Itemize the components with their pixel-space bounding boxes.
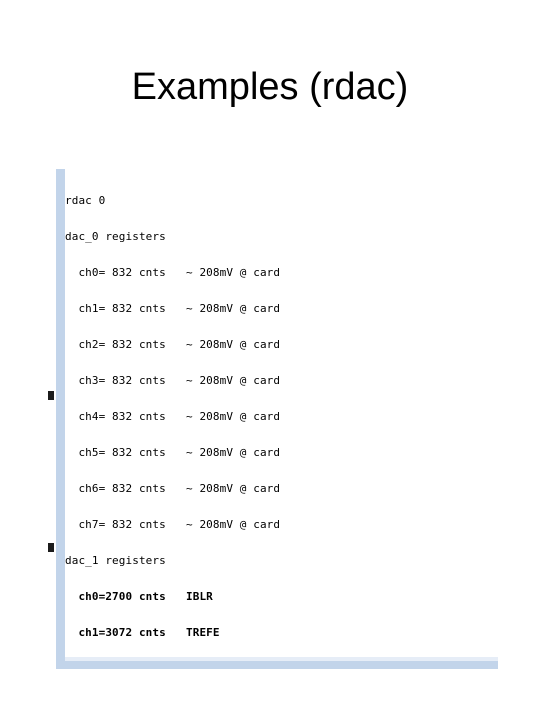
terminal-line: ch6= 832 cnts ~ 208mV @ card xyxy=(65,482,281,495)
photo-edge-mark xyxy=(48,543,54,552)
terminal-line: ch7= 832 cnts ~ 208mV @ card xyxy=(65,518,281,531)
window-chrome-bottom-highlight xyxy=(65,657,498,661)
terminal-line: ch5= 832 cnts ~ 208mV @ card xyxy=(65,446,281,459)
photo-edge-mark xyxy=(48,391,54,400)
terminal-line: ch0= 832 cnts ~ 208mV @ card xyxy=(65,266,281,279)
terminal-line: rdac 0 xyxy=(65,194,106,207)
terminal-line: ch3= 832 cnts ~ 208mV @ card xyxy=(65,374,281,387)
terminal-line: dac_1 registers xyxy=(65,554,166,567)
terminal-line: ch0=2700 cnts IBLR xyxy=(65,590,213,603)
terminal-line: ch4= 832 cnts ~ 208mV @ card xyxy=(65,410,281,423)
terminal-line: dac_0 registers xyxy=(65,230,166,243)
terminal-line: ch1= 832 cnts ~ 208mV @ card xyxy=(65,302,281,315)
terminal-screenshot: rdac 0 dac_0 registers ch0= 832 cnts ~ 2… xyxy=(46,169,498,669)
terminal-line: ch1=3072 cnts TREFE xyxy=(65,626,220,639)
window-chrome-left-border xyxy=(56,169,65,663)
terminal-line: ch2= 832 cnts ~ 208mV @ card xyxy=(65,338,281,351)
terminal-output[interactable]: rdac 0 dac_0 registers ch0= 832 cnts ~ 2… xyxy=(65,169,498,669)
photo-edge-artifact xyxy=(46,169,56,669)
page-title: Examples (rdac) xyxy=(131,66,409,108)
